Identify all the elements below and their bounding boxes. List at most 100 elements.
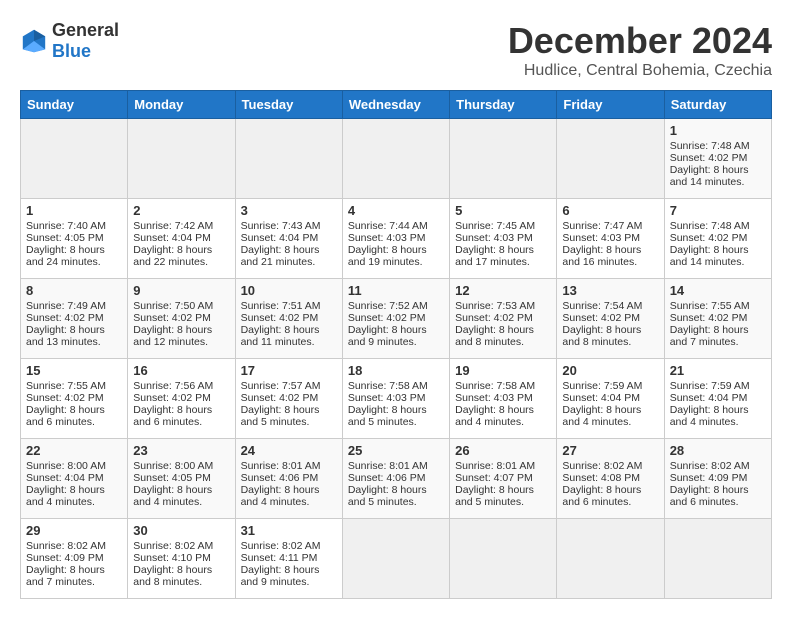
day-number: 14 (670, 283, 766, 298)
calendar-cell: 8 Sunrise: 7:49 AMSunset: 4:02 PMDaylight… (21, 279, 128, 359)
calendar-cell: 10Sunrise: 7:51 AMSunset: 4:02 PMDayligh… (235, 279, 342, 359)
calendar-cell: 25 Sunrise: 8:01 AMSunset: 4:06 PMDayligh… (342, 439, 449, 519)
daylight-hours: Daylight: 8 hours and 8 minutes. (455, 324, 534, 348)
calendar-cell: 31Sunrise: 8:02 AMSunset: 4:11 PMDayligh… (235, 519, 342, 599)
sunset-time: Sunset: 4:07 PM (455, 472, 533, 484)
day-number: 7 (670, 203, 766, 218)
sunset-time: Sunset: 4:06 PM (348, 472, 426, 484)
month-title: December 2024 (508, 20, 772, 62)
sunrise-time: Sunrise: 7:58 AM (348, 380, 428, 392)
calendar-table: SundayMondayTuesdayWednesdayThursdayFrid… (20, 90, 772, 599)
calendar-cell: 13Sunrise: 7:54 AMSunset: 4:02 PMDayligh… (557, 279, 664, 359)
sunrise-time: Sunrise: 8:00 AM (133, 460, 213, 472)
daylight-hours: Daylight: 8 hours and 6 minutes. (133, 404, 212, 428)
sunrise-time: Sunrise: 7:53 AM (455, 300, 535, 312)
daylight-hours: Daylight: 8 hours and 13 minutes. (26, 324, 105, 348)
sunset-time: Sunset: 4:09 PM (26, 552, 104, 564)
sunrise-time: Sunrise: 8:01 AM (348, 460, 428, 472)
sunrise-time: Sunrise: 7:54 AM (562, 300, 642, 312)
sunrise-time: Sunrise: 7:49 AM (26, 300, 106, 312)
calendar-cell: 24Sunrise: 8:01 AMSunset: 4:06 PMDayligh… (235, 439, 342, 519)
calendar-cell: 3Sunrise: 7:43 AMSunset: 4:04 PMDaylight… (235, 199, 342, 279)
calendar-cell: 17Sunrise: 7:57 AMSunset: 4:02 PMDayligh… (235, 359, 342, 439)
daylight-hours: Daylight: 8 hours and 4 minutes. (133, 484, 212, 508)
sunrise-time: Sunrise: 7:56 AM (133, 380, 213, 392)
daylight-hours: Daylight: 8 hours and 7 minutes. (26, 564, 105, 588)
calendar-cell: 1Sunrise: 7:48 AMSunset: 4:02 PMDaylight… (664, 119, 771, 199)
calendar-cell: 2Sunrise: 7:42 AMSunset: 4:04 PMDaylight… (128, 199, 235, 279)
sunrise-time: Sunrise: 7:47 AM (562, 220, 642, 232)
daylight-hours: Daylight: 8 hours and 21 minutes. (241, 244, 320, 268)
calendar-cell: 23 Sunrise: 8:00 AMSunset: 4:05 PMDayligh… (128, 439, 235, 519)
day-number: 26 (455, 443, 551, 458)
calendar-cell (342, 519, 449, 599)
sunrise-time: Sunrise: 8:02 AM (670, 460, 750, 472)
sunset-time: Sunset: 4:02 PM (670, 152, 748, 164)
day-number: 25 (348, 443, 444, 458)
calendar-cell: 29Sunrise: 8:02 AMSunset: 4:09 PMDayligh… (21, 519, 128, 599)
sunrise-time: Sunrise: 7:59 AM (562, 380, 642, 392)
sunset-time: Sunset: 4:08 PM (562, 472, 640, 484)
daylight-hours: Daylight: 8 hours and 16 minutes. (562, 244, 641, 268)
sunrise-time: Sunrise: 7:44 AM (348, 220, 428, 232)
calendar-cell: 21Sunrise: 7:59 AMSunset: 4:04 PMDayligh… (664, 359, 771, 439)
sunset-time: Sunset: 4:04 PM (562, 392, 640, 404)
day-number: 5 (455, 203, 551, 218)
day-number: 4 (348, 203, 444, 218)
day-number: 12 (455, 283, 551, 298)
sunset-time: Sunset: 4:02 PM (133, 312, 211, 324)
day-header-tuesday: Tuesday (235, 91, 342, 119)
sunset-time: Sunset: 4:02 PM (455, 312, 533, 324)
day-header-monday: Monday (128, 91, 235, 119)
calendar-cell (664, 519, 771, 599)
daylight-hours: Daylight: 8 hours and 8 minutes. (562, 324, 641, 348)
sunrise-time: Sunrise: 7:55 AM (26, 380, 106, 392)
sunset-time: Sunset: 4:02 PM (26, 312, 104, 324)
sunrise-time: Sunrise: 8:00 AM (26, 460, 106, 472)
week-row-1: 1Sunrise: 7:48 AMSunset: 4:02 PMDaylight… (21, 119, 772, 199)
daylight-hours: Daylight: 8 hours and 9 minutes. (348, 324, 427, 348)
sunset-time: Sunset: 4:03 PM (348, 392, 426, 404)
daylight-hours: Daylight: 8 hours and 5 minutes. (455, 484, 534, 508)
daylight-hours: Daylight: 8 hours and 5 minutes. (348, 484, 427, 508)
calendar-cell (128, 119, 235, 199)
daylight-hours: Daylight: 8 hours and 9 minutes. (241, 564, 320, 588)
day-number: 23 (133, 443, 229, 458)
daylight-hours: Daylight: 8 hours and 5 minutes. (241, 404, 320, 428)
calendar-cell: 5Sunrise: 7:45 AMSunset: 4:03 PMDaylight… (450, 199, 557, 279)
calendar-cell: 18Sunrise: 7:58 AMSunset: 4:03 PMDayligh… (342, 359, 449, 439)
day-number: 2 (133, 203, 229, 218)
calendar-cell: 6Sunrise: 7:47 AMSunset: 4:03 PMDaylight… (557, 199, 664, 279)
sunset-time: Sunset: 4:05 PM (26, 232, 104, 244)
sunset-time: Sunset: 4:03 PM (455, 392, 533, 404)
sunrise-time: Sunrise: 7:57 AM (241, 380, 321, 392)
day-header-row: SundayMondayTuesdayWednesdayThursdayFrid… (21, 91, 772, 119)
sunrise-time: Sunrise: 7:48 AM (670, 220, 750, 232)
day-header-sunday: Sunday (21, 91, 128, 119)
daylight-hours: Daylight: 8 hours and 12 minutes. (133, 324, 212, 348)
daylight-hours: Daylight: 8 hours and 6 minutes. (562, 484, 641, 508)
location-title: Hudlice, Central Bohemia, Czechia (508, 62, 772, 80)
day-header-thursday: Thursday (450, 91, 557, 119)
week-row-2: 1Sunrise: 7:40 AMSunset: 4:05 PMDaylight… (21, 199, 772, 279)
calendar-cell: 12 Sunrise: 7:53 AMSunset: 4:02 PMDayligh… (450, 279, 557, 359)
calendar-cell: 1Sunrise: 7:40 AMSunset: 4:05 PMDaylight… (21, 199, 128, 279)
sunset-time: Sunset: 4:02 PM (133, 392, 211, 404)
week-row-6: 29Sunrise: 8:02 AMSunset: 4:09 PMDayligh… (21, 519, 772, 599)
day-number: 8 (26, 283, 122, 298)
sunrise-time: Sunrise: 7:55 AM (670, 300, 750, 312)
day-number: 31 (241, 523, 337, 538)
calendar-cell: 11Sunrise: 7:52 AMSunset: 4:02 PMDayligh… (342, 279, 449, 359)
week-row-5: 22Sunrise: 8:00 AMSunset: 4:04 PMDayligh… (21, 439, 772, 519)
daylight-hours: Daylight: 8 hours and 17 minutes. (455, 244, 534, 268)
sunrise-time: Sunrise: 7:59 AM (670, 380, 750, 392)
sunrise-time: Sunrise: 8:02 AM (26, 540, 106, 552)
day-number: 27 (562, 443, 658, 458)
day-number: 18 (348, 363, 444, 378)
calendar-cell: 22Sunrise: 8:00 AMSunset: 4:04 PMDayligh… (21, 439, 128, 519)
daylight-hours: Daylight: 8 hours and 4 minutes. (562, 404, 641, 428)
sunset-time: Sunset: 4:05 PM (133, 472, 211, 484)
calendar-cell: 27Sunrise: 8:02 AMSunset: 4:08 PMDayligh… (557, 439, 664, 519)
day-header-saturday: Saturday (664, 91, 771, 119)
sunrise-time: Sunrise: 8:02 AM (241, 540, 321, 552)
